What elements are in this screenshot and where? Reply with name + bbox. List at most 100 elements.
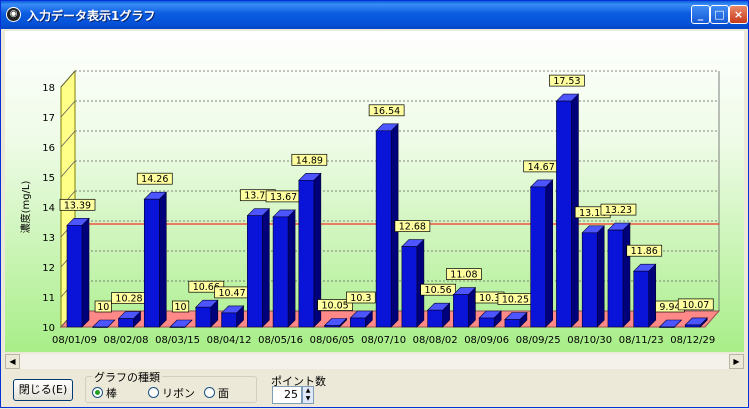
bar-side bbox=[622, 222, 631, 328]
x-tick-label: 08/02/08 bbox=[104, 335, 149, 346]
bar bbox=[66, 225, 83, 328]
bar bbox=[453, 294, 469, 328]
x-tick-label: 08/06/05 bbox=[310, 335, 355, 346]
bar bbox=[118, 318, 134, 328]
y-tick-label: 16 bbox=[42, 143, 55, 154]
data-label: 10.25 bbox=[502, 295, 529, 306]
bar bbox=[427, 309, 443, 328]
x-tick-label: 08/05/16 bbox=[258, 335, 303, 346]
bar bbox=[350, 317, 366, 328]
main-window: ◉ 入力データ表示1グラフ _ □ × 10 11 12 13 14 15 16 17 18 濃度… bbox=[0, 0, 749, 408]
bar-side bbox=[158, 191, 167, 328]
bar bbox=[401, 246, 418, 328]
radio-bar[interactable]: 棒 bbox=[92, 385, 117, 401]
data-label: 10.3 bbox=[479, 293, 500, 304]
radio-ribbon-dot[interactable] bbox=[148, 387, 159, 398]
data-label: 10.07 bbox=[682, 300, 709, 311]
data-label: 10.28 bbox=[115, 294, 142, 305]
y-tick-label: 14 bbox=[42, 203, 55, 214]
bar bbox=[324, 325, 340, 328]
scroll-left-icon[interactable]: ◀ bbox=[5, 354, 20, 369]
bar-chart: 10 11 12 13 14 15 16 17 18 濃度(mg/L) 13.39 10 10.28 14… bbox=[19, 69, 721, 346]
app-icon[interactable]: ◉ bbox=[6, 7, 21, 22]
data-label: 10 bbox=[174, 302, 186, 313]
bar bbox=[221, 312, 237, 328]
points-spinner[interactable]: ▲ ▼ bbox=[302, 386, 314, 404]
bar-side bbox=[416, 238, 425, 328]
bar bbox=[92, 326, 109, 328]
data-label: 13.39 bbox=[64, 200, 91, 211]
bar bbox=[581, 232, 598, 328]
y-axis-label: 濃度(mg/L) bbox=[19, 180, 32, 233]
radio-ribbon-label: リボン bbox=[162, 387, 195, 400]
window-title: 入力データ表示1グラフ bbox=[27, 9, 156, 23]
y-tick-label: 15 bbox=[42, 173, 55, 184]
radio-face-label: 面 bbox=[218, 387, 229, 400]
x-tick-label: 08/07/10 bbox=[361, 335, 406, 346]
bar bbox=[143, 198, 160, 328]
data-label: 10.56 bbox=[425, 285, 452, 296]
y-tick-label: 13 bbox=[42, 233, 55, 244]
x-tick-label: 08/08/02 bbox=[413, 335, 458, 346]
bar bbox=[607, 229, 624, 328]
bar bbox=[556, 100, 572, 328]
y-tick-label: 11 bbox=[42, 293, 55, 304]
close-button[interactable]: 閉じる(E) bbox=[13, 379, 73, 401]
bar bbox=[169, 326, 186, 328]
bar bbox=[298, 180, 315, 328]
close-window-button[interactable]: × bbox=[729, 5, 748, 24]
bar bbox=[272, 216, 289, 328]
data-label: 10.3 bbox=[350, 293, 371, 304]
x-tick-label: 08/11/23 bbox=[619, 335, 664, 346]
data-label: 9.94 bbox=[659, 302, 680, 313]
horizontal-scrollbar[interactable]: ◀ ▶ bbox=[5, 354, 744, 369]
data-label: 13.67 bbox=[270, 192, 297, 203]
bar-side bbox=[596, 225, 605, 328]
x-tick-label: 08/01/09 bbox=[52, 335, 97, 346]
points-input[interactable]: 25 bbox=[272, 386, 302, 404]
y-tick-label: 10 bbox=[42, 323, 55, 334]
bar bbox=[684, 324, 701, 328]
radio-bar-dot[interactable] bbox=[92, 387, 103, 398]
radio-bar-label: 棒 bbox=[106, 387, 117, 400]
bar-side bbox=[545, 179, 553, 328]
data-label: 13.23 bbox=[605, 205, 632, 216]
data-label: 10.47 bbox=[218, 288, 245, 299]
data-label: 16.54 bbox=[373, 106, 400, 117]
maximize-button[interactable]: □ bbox=[710, 5, 729, 24]
data-label: 10.05 bbox=[321, 301, 348, 312]
bar bbox=[195, 306, 212, 328]
bar bbox=[530, 186, 546, 328]
minimize-button[interactable]: _ bbox=[691, 5, 710, 24]
scroll-right-icon[interactable]: ▶ bbox=[729, 354, 744, 369]
title-bar[interactable]: ◉ 入力データ表示1グラフ _ □ × bbox=[1, 1, 748, 29]
bar-side bbox=[81, 217, 90, 328]
bar bbox=[247, 215, 263, 328]
data-label: 11.08 bbox=[450, 270, 477, 281]
y-tick-label: 12 bbox=[42, 263, 55, 274]
bar bbox=[504, 319, 521, 328]
data-label: 14.26 bbox=[141, 174, 168, 185]
data-label: 11.86 bbox=[631, 246, 658, 257]
chart-area: 10 11 12 13 14 15 16 17 18 濃度(mg/L) 13.39 10 10.28 14… bbox=[5, 31, 744, 352]
x-tick-label: 08/09/06 bbox=[464, 335, 509, 346]
chart-type-label: グラフの種類 bbox=[92, 369, 162, 385]
data-label: 14.89 bbox=[296, 155, 323, 166]
bar-side bbox=[262, 207, 270, 328]
x-tick-label: 08/10/30 bbox=[567, 335, 612, 346]
x-tick-label: 08/03/15 bbox=[155, 335, 200, 346]
data-label: 12.68 bbox=[399, 222, 426, 233]
control-panel: 閉じる(E) グラフの種類 棒 リボン 面 ポイント数 25 ▲ ▼ bbox=[1, 369, 748, 409]
y-tick-label: 17 bbox=[42, 113, 55, 124]
data-label: 17.53 bbox=[553, 76, 580, 87]
radio-ribbon[interactable]: リボン bbox=[148, 385, 195, 401]
radio-face[interactable]: 面 bbox=[204, 385, 229, 401]
bar-side bbox=[287, 209, 296, 328]
bar bbox=[659, 326, 675, 328]
x-tick-label: 08/09/25 bbox=[516, 335, 561, 346]
bar bbox=[478, 317, 495, 328]
x-tick-label: 08/12/29 bbox=[670, 335, 715, 346]
y-tick-label: 18 bbox=[42, 83, 55, 94]
radio-face-dot[interactable] bbox=[204, 387, 215, 398]
data-label: 14.67 bbox=[528, 162, 555, 173]
